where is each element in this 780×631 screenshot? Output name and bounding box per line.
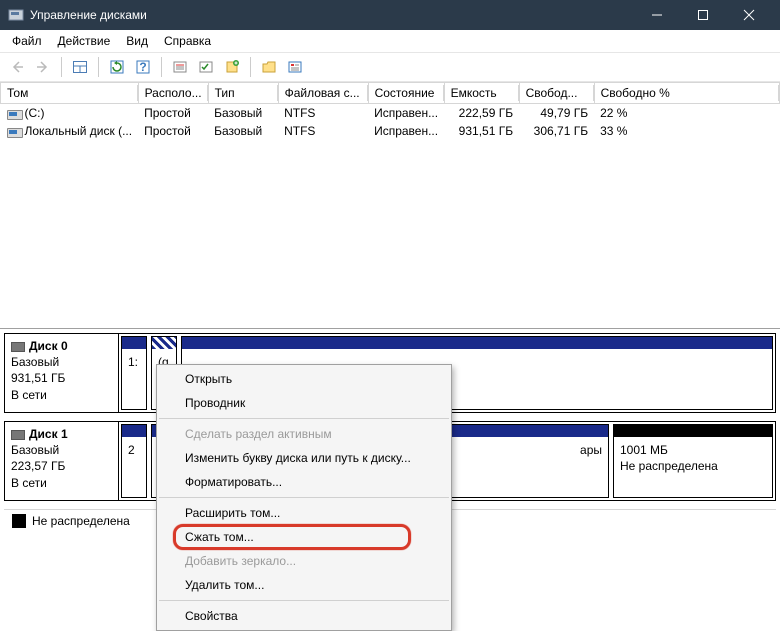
col-type[interactable]: Тип: [208, 83, 278, 104]
col-fs[interactable]: Файловая с...: [278, 83, 368, 104]
disk-size: 223,57 ГБ: [11, 458, 112, 474]
vol-name: (C:): [25, 106, 45, 120]
new-item-button[interactable]: [221, 56, 243, 78]
disk-label: Диск 0: [29, 339, 68, 353]
vol-free: 306,71 ГБ: [519, 122, 594, 140]
disk-type: Базовый: [11, 354, 112, 370]
disk-status: В сети: [11, 387, 112, 403]
disk-info[interactable]: Диск 1 Базовый 223,57 ГБ В сети: [5, 422, 119, 500]
vol-freepct: 33 %: [594, 122, 779, 140]
menubar: Файл Действие Вид Справка: [0, 30, 780, 52]
forward-button: [32, 56, 54, 78]
app-icon: [8, 7, 24, 23]
menu-properties[interactable]: Свойства: [157, 604, 451, 628]
vol-layout: Простой: [138, 104, 208, 123]
menu-file[interactable]: Файл: [4, 32, 50, 50]
col-layout[interactable]: Располо...: [138, 83, 208, 104]
volume-table: Том Располо... Тип Файловая с... Состоян…: [0, 82, 780, 140]
settings-list-button[interactable]: [169, 56, 191, 78]
help-button[interactable]: ?: [132, 56, 154, 78]
vol-capacity: 222,59 ГБ: [444, 104, 519, 123]
disk-type: Базовый: [11, 442, 112, 458]
menu-extend[interactable]: Расширить том...: [157, 501, 451, 525]
menu-explorer[interactable]: Проводник: [157, 391, 451, 415]
disk-icon: [11, 430, 25, 440]
volume-icon: [7, 126, 21, 138]
vol-status: Исправен...: [368, 122, 444, 140]
menu-delete[interactable]: Удалить том...: [157, 573, 451, 597]
table-row[interactable]: (C:) Простой Базовый NTFS Исправен... 22…: [1, 104, 780, 123]
unalloc-size: 1001 МБ: [620, 443, 766, 459]
menu-action[interactable]: Действие: [50, 32, 119, 50]
close-button[interactable]: [726, 0, 772, 30]
disk-status: В сети: [11, 475, 112, 491]
menu-help[interactable]: Справка: [156, 32, 219, 50]
vol-layout: Простой: [138, 122, 208, 140]
menu-make-active: Сделать раздел активным: [157, 422, 451, 446]
partition[interactable]: 2: [121, 424, 147, 498]
col-capacity[interactable]: Емкость: [444, 83, 519, 104]
titlebar: Управление дисками: [0, 0, 780, 30]
menu-change-letter[interactable]: Изменить букву диска или путь к диску...: [157, 446, 451, 470]
partition[interactable]: 1:: [121, 336, 147, 410]
svg-text:?: ?: [139, 60, 146, 74]
disk-info[interactable]: Диск 0 Базовый 931,51 ГБ В сети: [5, 334, 119, 412]
col-volume[interactable]: Том: [1, 83, 139, 104]
refresh-button[interactable]: [106, 56, 128, 78]
legend-label: Не распределена: [32, 514, 130, 528]
vol-type: Базовый: [208, 122, 278, 140]
menu-open[interactable]: Открыть: [157, 367, 451, 391]
col-freepct[interactable]: Свободно %: [594, 83, 779, 104]
properties-button[interactable]: [284, 56, 306, 78]
menu-format[interactable]: Форматировать...: [157, 470, 451, 494]
disk-label: Диск 1: [29, 427, 68, 441]
volume-list-pane: Том Располо... Тип Файловая с... Состоян…: [0, 82, 780, 328]
legend-swatch-unallocated: [12, 514, 26, 528]
toolbar: ?: [0, 52, 780, 82]
menu-view[interactable]: Вид: [118, 32, 156, 50]
col-status[interactable]: Состояние: [368, 83, 444, 104]
col-free[interactable]: Свобод...: [519, 83, 594, 104]
context-menu: Открыть Проводник Сделать раздел активны…: [156, 364, 452, 631]
vol-type: Базовый: [208, 104, 278, 123]
vol-status: Исправен...: [368, 104, 444, 123]
vol-fs: NTFS: [278, 122, 368, 140]
window-title: Управление дисками: [30, 8, 634, 22]
table-row[interactable]: Локальный диск (... Простой Базовый NTFS…: [1, 122, 780, 140]
vol-capacity: 931,51 ГБ: [444, 122, 519, 140]
unalloc-label: Не распределена: [620, 459, 766, 475]
view-split-button[interactable]: [69, 56, 91, 78]
menu-shrink[interactable]: Сжать том...: [157, 525, 451, 549]
checklist-button[interactable]: [195, 56, 217, 78]
minimize-button[interactable]: [634, 0, 680, 30]
maximize-button[interactable]: [680, 0, 726, 30]
disk-icon: [11, 342, 25, 352]
partition-unallocated[interactable]: 1001 МБ Не распределена: [613, 424, 773, 498]
vol-free: 49,79 ГБ: [519, 104, 594, 123]
volume-icon: [7, 108, 21, 120]
disk-size: 931,51 ГБ: [11, 370, 112, 386]
folder-button[interactable]: [258, 56, 280, 78]
vol-freepct: 22 %: [594, 104, 779, 123]
menu-add-mirror: Добавить зеркало...: [157, 549, 451, 573]
vol-fs: NTFS: [278, 104, 368, 123]
back-button: [6, 56, 28, 78]
vol-name: Локальный диск (...: [25, 124, 133, 138]
